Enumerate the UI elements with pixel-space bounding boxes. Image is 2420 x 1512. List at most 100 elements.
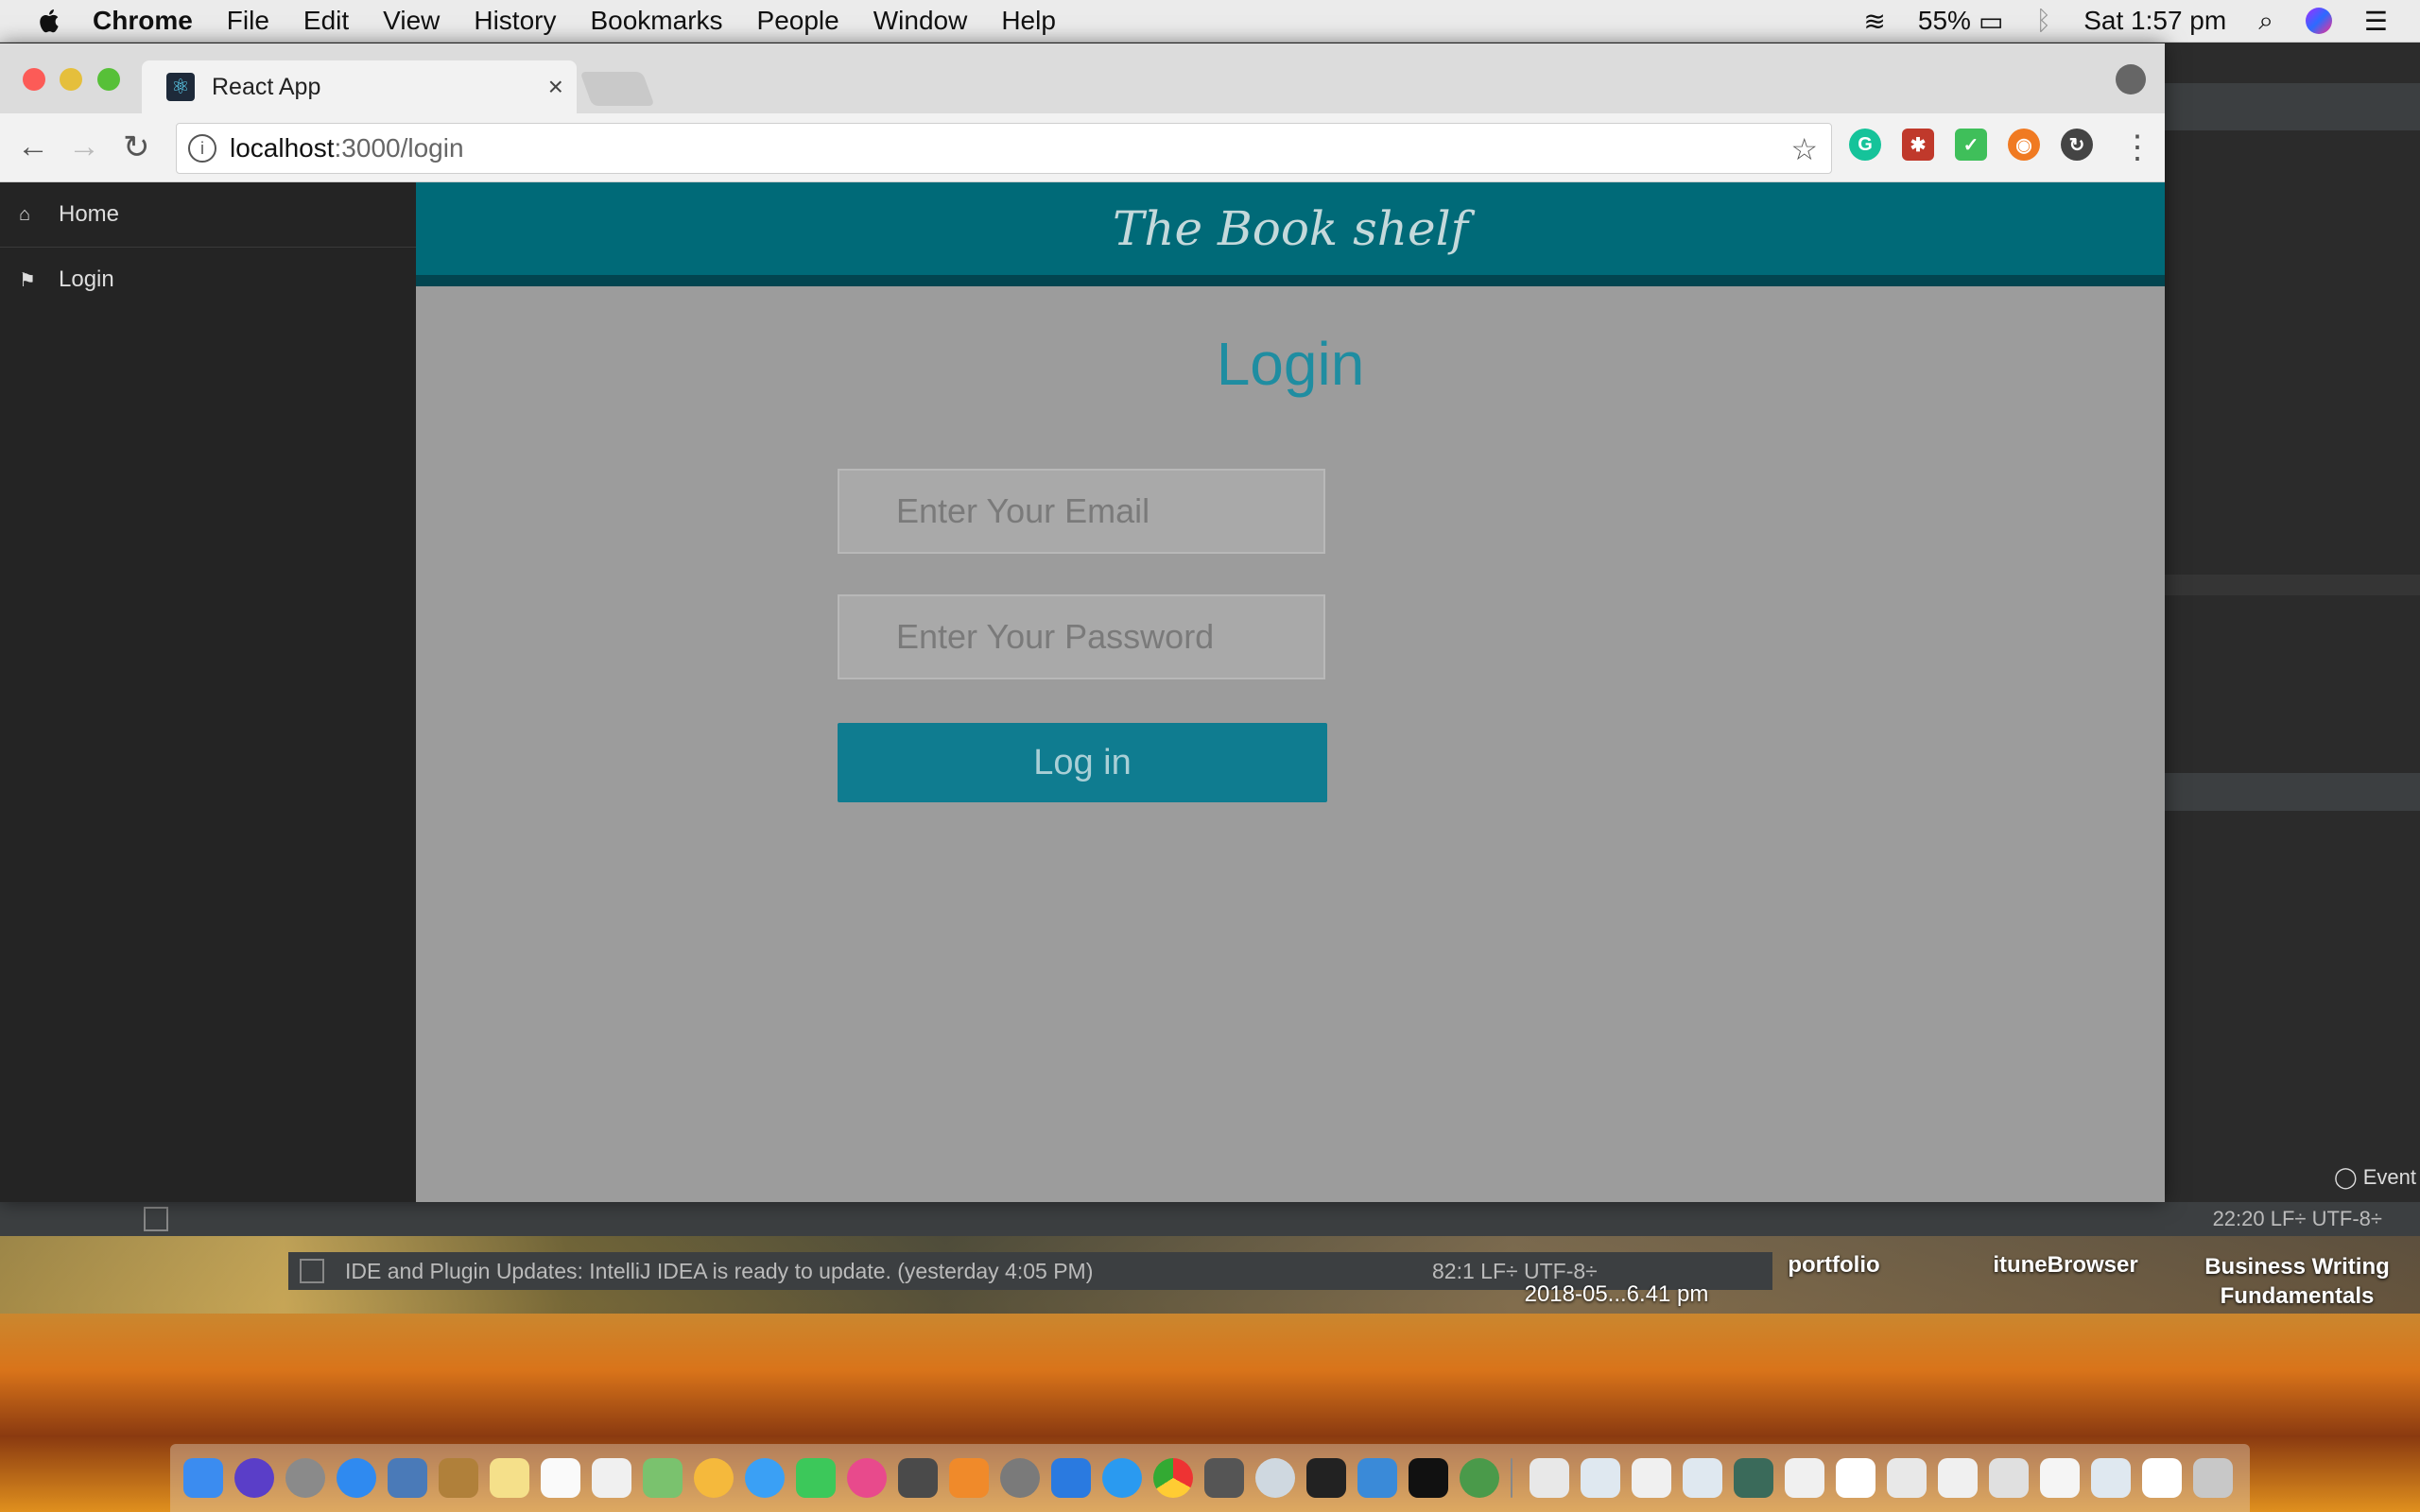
- doc-thumb-icon[interactable]: [2091, 1458, 2131, 1498]
- doc-thumb-icon[interactable]: [1836, 1458, 1876, 1498]
- app-sidebar: ⌂ Home ⚑ Login: [0, 182, 416, 1202]
- menubar-clock[interactable]: Sat 1:57 pm: [2083, 6, 2226, 36]
- site-info-icon[interactable]: i: [188, 134, 216, 163]
- app-title[interactable]: The Book shelf: [1113, 201, 1468, 256]
- tab-react-app[interactable]: ⚛ React App ×: [142, 60, 577, 113]
- notes-book-icon[interactable]: [439, 1458, 478, 1498]
- bookmark-star-icon[interactable]: ☆: [1790, 131, 1818, 167]
- preview-icon[interactable]: [388, 1458, 427, 1498]
- menu-help[interactable]: Help: [1001, 6, 1056, 36]
- forward-arrow-icon[interactable]: →: [68, 129, 100, 165]
- calendar-icon[interactable]: [541, 1458, 580, 1498]
- doc-thumb-icon[interactable]: [1887, 1458, 1927, 1498]
- siri-icon[interactable]: [2305, 8, 2332, 34]
- intellij-icon[interactable]: [1409, 1458, 1448, 1498]
- doc-thumb-icon[interactable]: [1683, 1458, 1722, 1498]
- ibooks-icon[interactable]: [949, 1458, 989, 1498]
- android-studio-icon[interactable]: [1204, 1458, 1244, 1498]
- menu-edit[interactable]: Edit: [303, 6, 349, 36]
- password-field[interactable]: Enter Your Password: [838, 594, 1325, 679]
- desktop-folder-portfolio[interactable]: portfolio: [1777, 1252, 1891, 1279]
- sidebar-item-home[interactable]: ⌂ Home: [0, 182, 416, 248]
- siri-dock-icon[interactable]: [234, 1458, 274, 1498]
- url-path: :3000/login: [334, 133, 464, 163]
- new-tab-button[interactable]: [579, 72, 655, 106]
- orange-extension-icon[interactable]: ◉: [2008, 129, 2040, 161]
- app-header: The Book shelf: [416, 182, 2165, 286]
- shield-extension-icon[interactable]: ✓: [1955, 129, 1987, 161]
- react-favicon-icon: ⚛: [166, 73, 195, 101]
- battery-icon[interactable]: ▭: [1979, 6, 2003, 37]
- photos-icon[interactable]: [694, 1458, 734, 1498]
- notification-center-icon[interactable]: ☰: [2364, 6, 2388, 37]
- app-store-icon[interactable]: [1102, 1458, 1142, 1498]
- utility-icon[interactable]: [1255, 1458, 1295, 1498]
- doc-thumb-icon[interactable]: [2142, 1458, 2182, 1498]
- menu-bookmarks[interactable]: Bookmarks: [590, 6, 722, 36]
- apple-icon[interactable]: [36, 7, 64, 35]
- window-zoom-button[interactable]: [97, 68, 120, 91]
- email-field[interactable]: Enter Your Email: [838, 469, 1325, 554]
- spotlight-search-icon[interactable]: ⌕: [2258, 6, 2273, 37]
- notification-toggle-icon[interactable]: [300, 1259, 324, 1283]
- red-extension-icon[interactable]: ✱: [1902, 129, 1934, 161]
- sync-extension-icon[interactable]: ↻: [2061, 129, 2093, 161]
- system-preferences-icon[interactable]: [1000, 1458, 1040, 1498]
- facetime-icon[interactable]: [796, 1458, 836, 1498]
- chrome-dock-icon[interactable]: [1153, 1458, 1193, 1498]
- menu-window[interactable]: Window: [873, 6, 968, 36]
- address-bar[interactable]: i localhost:3000/login ☆: [176, 123, 1832, 174]
- messages-icon[interactable]: [745, 1458, 785, 1498]
- doc-thumb-icon[interactable]: [1530, 1458, 1569, 1498]
- wifi-icon[interactable]: ≋: [1863, 6, 1885, 37]
- folder-app-icon[interactable]: [1357, 1458, 1397, 1498]
- mac-dock: [170, 1444, 2250, 1512]
- doc-thumb-icon[interactable]: [1632, 1458, 1671, 1498]
- desktop-file-caption[interactable]: 2018-05...6.41 pm: [1494, 1281, 1739, 1308]
- notification-text[interactable]: IDE and Plugin Updates: IntelliJ IDEA is…: [345, 1259, 1093, 1284]
- launchpad-icon[interactable]: [285, 1458, 325, 1498]
- terminal-icon[interactable]: [1306, 1458, 1346, 1498]
- login-button[interactable]: Log in: [838, 723, 1327, 802]
- ide-toolbar: [2165, 83, 2420, 130]
- doc-thumb-icon[interactable]: [1785, 1458, 1824, 1498]
- doc-thumb-icon[interactable]: [1581, 1458, 1620, 1498]
- xcode-icon[interactable]: [1051, 1458, 1091, 1498]
- profile-icon[interactable]: [2116, 64, 2146, 94]
- safari-icon[interactable]: [337, 1458, 376, 1498]
- reload-icon[interactable]: ↻: [123, 129, 150, 166]
- battery-percent[interactable]: 55%: [1918, 6, 1971, 36]
- sidebar-item-login[interactable]: ⚑ Login: [0, 248, 416, 312]
- grammarly-extension-icon[interactable]: G: [1849, 129, 1881, 161]
- chrome-menu-icon[interactable]: ⋮: [2121, 129, 2153, 166]
- doc-thumb-icon[interactable]: [1734, 1458, 1773, 1498]
- menu-view[interactable]: View: [383, 6, 440, 36]
- doc-thumb-icon[interactable]: [1938, 1458, 1978, 1498]
- desktop-folder-business-writing[interactable]: Business Writing Fundamentals: [2193, 1252, 2401, 1311]
- ide-status-toggle-icon[interactable]: [144, 1207, 168, 1231]
- tab-close-icon[interactable]: ×: [548, 72, 563, 102]
- reminders-icon[interactable]: [592, 1458, 631, 1498]
- desktop-folder-itunebrowser[interactable]: ituneBrowser: [1976, 1252, 2155, 1279]
- itunes-icon[interactable]: [847, 1458, 887, 1498]
- menu-people[interactable]: People: [757, 6, 839, 36]
- finder-icon[interactable]: [183, 1458, 223, 1498]
- trash-icon[interactable]: [2193, 1458, 2233, 1498]
- doc-thumb-icon[interactable]: [2040, 1458, 2080, 1498]
- window-close-button[interactable]: [23, 68, 45, 91]
- ide-panel-header: [2165, 773, 2420, 811]
- back-arrow-icon[interactable]: ←: [17, 129, 49, 165]
- menu-file[interactable]: File: [227, 6, 269, 36]
- window-minimize-button[interactable]: [60, 68, 82, 91]
- notification-status-right: 82:1 LF÷ UTF-8÷: [1432, 1258, 1598, 1283]
- menu-app-chrome[interactable]: Chrome: [93, 6, 193, 36]
- ide-event-log[interactable]: ◯ Event: [2334, 1165, 2416, 1190]
- home-icon: ⌂: [19, 203, 31, 225]
- notes-icon[interactable]: [490, 1458, 529, 1498]
- sublime-text-icon[interactable]: [898, 1458, 938, 1498]
- maps-icon[interactable]: [643, 1458, 683, 1498]
- doc-thumb-icon[interactable]: [1989, 1458, 2029, 1498]
- bluetooth-icon[interactable]: ᛒ: [2035, 6, 2051, 36]
- menu-history[interactable]: History: [474, 6, 556, 36]
- mongodb-compass-icon[interactable]: [1460, 1458, 1499, 1498]
